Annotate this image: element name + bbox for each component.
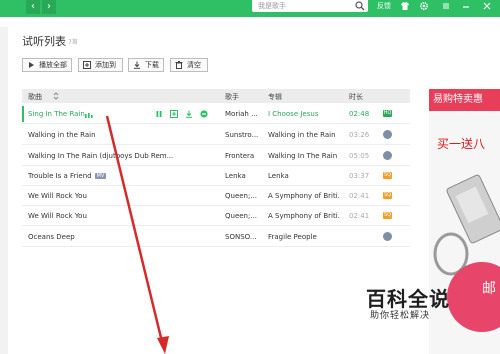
ad-headline: 买一送八 <box>437 137 486 151</box>
play-all-button[interactable]: 播放全部 <box>22 58 72 72</box>
song-title[interactable]: We Will Rock You <box>28 212 87 220</box>
song-album[interactable]: Walking In The Rain <box>268 152 340 160</box>
clear-button[interactable]: 清空 <box>170 58 208 72</box>
song-duration: 05:05 <box>349 152 370 160</box>
header-song[interactable]: 歌曲 <box>28 92 42 102</box>
add-to-list-icon[interactable] <box>170 110 178 118</box>
globe-icon <box>383 130 392 139</box>
header-album[interactable]: 专辑 <box>268 92 282 102</box>
remove-icon[interactable] <box>200 110 208 118</box>
sq-badge: SQ <box>383 212 392 219</box>
download-button[interactable]: 下载 <box>128 58 164 72</box>
song-artist[interactable]: Moriah ... <box>225 110 267 118</box>
left-panel-edge <box>0 27 8 354</box>
song-artist[interactable]: Sunstro... <box>225 131 267 139</box>
gear-icon[interactable] <box>419 1 429 11</box>
ad-panel[interactable]: 易购特卖惠 买一送八 邮 <box>429 89 500 354</box>
table-row[interactable]: Sing In The Rain Moriah ... I Choose Jes… <box>22 104 410 124</box>
song-artist[interactable]: Queen;... <box>225 212 267 220</box>
table-row[interactable]: We Will Rock You Queen;... A Symphony of… <box>22 186 410 206</box>
song-title[interactable]: Oceans Deep <box>28 233 75 241</box>
song-title-wrap: Trouble Is a Friend MV <box>28 172 107 180</box>
table-row[interactable]: Walking In The Rain (djutboys Dub Rem...… <box>22 146 410 166</box>
hq-badge: HQ <box>383 110 392 117</box>
song-duration: 02:41 <box>349 212 370 220</box>
minimize-icon[interactable] <box>461 1 471 11</box>
table-row[interactable]: Trouble Is a Friend MV Lenka Lenka 03:37 … <box>22 166 410 186</box>
mv-badge[interactable]: MV <box>94 173 107 179</box>
header-duration[interactable]: 时长 <box>349 92 363 102</box>
song-title[interactable]: Sing In The Rain <box>28 110 85 118</box>
table-row[interactable]: Oceans Deep SONSO... Fragile People <box>22 227 410 247</box>
song-artist[interactable]: Queen;... <box>225 192 267 200</box>
song-album[interactable]: Walking in the Rain <box>268 131 340 139</box>
song-album[interactable]: A Symphony of Briti... <box>268 192 340 200</box>
trash-icon <box>175 61 183 69</box>
globe-icon <box>383 232 392 241</box>
play-icon <box>29 62 34 68</box>
globe-icon <box>383 151 392 160</box>
song-album[interactable]: Fragile People <box>268 233 340 241</box>
sq-badge: SQ <box>383 192 392 199</box>
top-bar: ‹ › 我是歌手 反馈 <box>0 0 500 17</box>
song-duration: 03:26 <box>349 131 370 139</box>
sort-icon[interactable] <box>53 92 59 100</box>
song-artist[interactable]: Frontera <box>225 152 267 160</box>
search-icon[interactable] <box>355 1 365 11</box>
song-title[interactable]: We Will Rock You <box>28 192 87 200</box>
song-duration: 02:41 <box>349 192 370 200</box>
song-album[interactable]: Lenka <box>268 172 340 180</box>
pause-icon[interactable] <box>155 110 163 118</box>
row-download-icon[interactable] <box>185 110 193 118</box>
download-icon <box>134 61 140 69</box>
song-duration: 03:37 <box>349 172 370 180</box>
back-button[interactable]: ‹ <box>26 0 40 14</box>
ad-banner: 易购特卖惠 <box>429 89 500 111</box>
search-input[interactable]: 我是歌手 <box>252 0 368 12</box>
add-icon <box>83 61 91 69</box>
add-to-button[interactable]: 添加到 <box>78 58 123 72</box>
header-artist[interactable]: 歌手 <box>225 92 239 102</box>
page-title: 试听列表 <box>22 35 66 48</box>
download-label: 下载 <box>145 61 159 69</box>
usb-drive-image <box>433 174 500 276</box>
add-to-label: 添加到 <box>95 61 116 69</box>
song-title[interactable]: Walking in the Rain <box>28 131 96 139</box>
skin-icon[interactable] <box>400 1 410 11</box>
song-count: 7首 <box>68 39 78 46</box>
table-row[interactable]: Walking in the Rain Sunstro... Walking i… <box>22 125 410 145</box>
watermark-subtitle: 助你轻松解决 <box>370 311 431 321</box>
ad-badge-text: 邮 <box>482 281 496 297</box>
song-artist[interactable]: Lenka <box>225 172 267 180</box>
table-header: 歌曲 歌手 专辑 时长 <box>22 89 410 103</box>
song-artist[interactable]: SONSO... <box>225 233 267 241</box>
playing-bars-icon <box>85 113 93 118</box>
table-row[interactable]: We Will Rock You Queen;... A Symphony of… <box>22 206 410 226</box>
menu-icon[interactable] <box>441 1 451 11</box>
song-title[interactable]: Walking In The Rain (djutboys Dub Rem... <box>28 152 173 160</box>
search-placeholder: 我是歌手 <box>258 2 286 10</box>
song-duration: 02:48 <box>349 110 370 118</box>
clear-label: 清空 <box>187 61 201 69</box>
song-album[interactable]: A Symphony of Briti... <box>268 212 340 220</box>
active-indicator <box>22 106 24 122</box>
close-icon[interactable] <box>482 1 492 11</box>
play-all-label: 播放全部 <box>39 61 67 69</box>
feedback-link[interactable]: 反馈 <box>377 0 391 12</box>
forward-button[interactable]: › <box>42 0 56 14</box>
song-title[interactable]: Trouble Is a Friend <box>28 172 92 180</box>
sq-badge: SQ <box>383 172 392 179</box>
song-album[interactable]: I Choose Jesus <box>268 110 340 118</box>
